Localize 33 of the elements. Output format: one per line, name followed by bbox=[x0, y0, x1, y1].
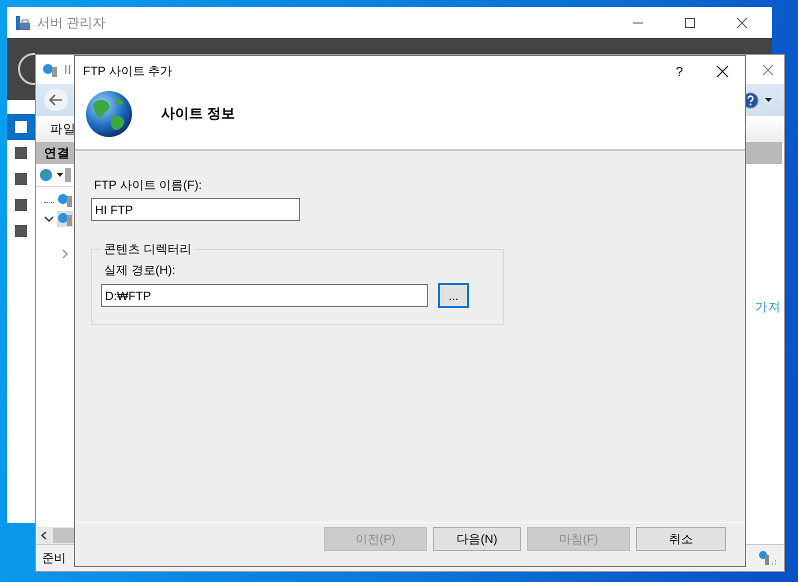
server-manager-icon bbox=[15, 14, 31, 30]
dialog-title: FTP 사이트 추가 bbox=[83, 62, 172, 80]
page-heading: 사이트 정보 bbox=[161, 105, 235, 123]
field-label: FTP 사이트 이름(F): bbox=[94, 177, 202, 194]
pane-title: 연결 bbox=[44, 144, 70, 162]
globe-icon bbox=[85, 90, 133, 138]
server-icon[interactable] bbox=[57, 192, 73, 208]
chevron-right-icon[interactable] bbox=[62, 249, 68, 259]
window-title: 서버 관리자 bbox=[37, 14, 106, 32]
dropdown-arrow-icon[interactable] bbox=[57, 173, 63, 177]
back-icon[interactable] bbox=[17, 52, 35, 86]
wizard-button[interactable]: 취소 bbox=[636, 527, 726, 551]
field-label: 실제 경로(H): bbox=[104, 262, 176, 279]
globe-server-icon bbox=[42, 62, 58, 78]
close-icon[interactable] bbox=[716, 64, 729, 78]
pane-header bbox=[744, 142, 782, 164]
scroll-left-icon[interactable] bbox=[41, 531, 47, 540]
path-field[interactable]: D:₩FTP bbox=[101, 284, 428, 307]
group-title: 콘텐츠 디렉터리 bbox=[103, 241, 192, 258]
browse-button[interactable]: ... bbox=[438, 283, 469, 308]
maximize-icon[interactable] bbox=[684, 16, 696, 28]
window-title: II bbox=[64, 62, 72, 77]
back-arrow-icon[interactable] bbox=[44, 89, 68, 111]
status-text: 준비 bbox=[42, 550, 66, 566]
chevron-down-icon[interactable] bbox=[44, 216, 54, 222]
site-name-field[interactable]: HI FTP bbox=[91, 198, 300, 221]
dropdown-arrow-icon[interactable] bbox=[765, 98, 772, 102]
help-button[interactable]: ? bbox=[676, 64, 683, 78]
close-icon[interactable] bbox=[736, 16, 748, 28]
wizard-button[interactable]: 다음(N) bbox=[433, 527, 521, 551]
server-status-icon bbox=[758, 550, 778, 566]
menu-item[interactable]: 파일 bbox=[50, 120, 76, 138]
nav-item[interactable] bbox=[7, 114, 35, 140]
